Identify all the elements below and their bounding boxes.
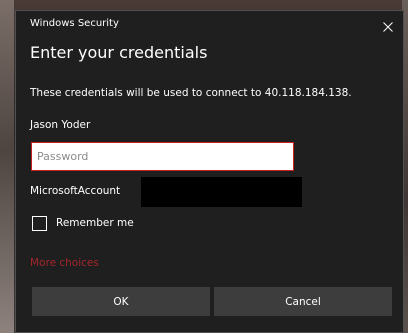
title-bar: Windows Security	[16, 11, 403, 39]
password-input[interactable]	[31, 142, 294, 171]
cancel-button[interactable]: Cancel	[214, 287, 392, 316]
more-choices-link[interactable]: More choices	[30, 257, 99, 269]
remember-me-checkbox[interactable]	[32, 215, 47, 231]
account-option[interactable]: MicrosoftAccount	[30, 177, 302, 207]
redacted-block	[141, 177, 302, 207]
dialog-heading: Enter your credentials	[30, 43, 208, 62]
username-label: Jason Yoder	[30, 119, 91, 131]
close-icon	[383, 22, 393, 32]
remember-me-option[interactable]: Remember me	[32, 213, 134, 233]
connection-info-text: These credentials will be used to connec…	[30, 87, 352, 99]
backdrop-left-strip	[0, 0, 14, 333]
window-title: Windows Security	[30, 18, 119, 29]
remember-me-label: Remember me	[56, 217, 134, 229]
credentials-dialog: Windows Security Enter your credentials …	[15, 10, 404, 333]
account-label: MicrosoftAccount	[30, 185, 121, 197]
ok-button[interactable]: OK	[32, 287, 210, 316]
close-button[interactable]	[377, 15, 399, 35]
